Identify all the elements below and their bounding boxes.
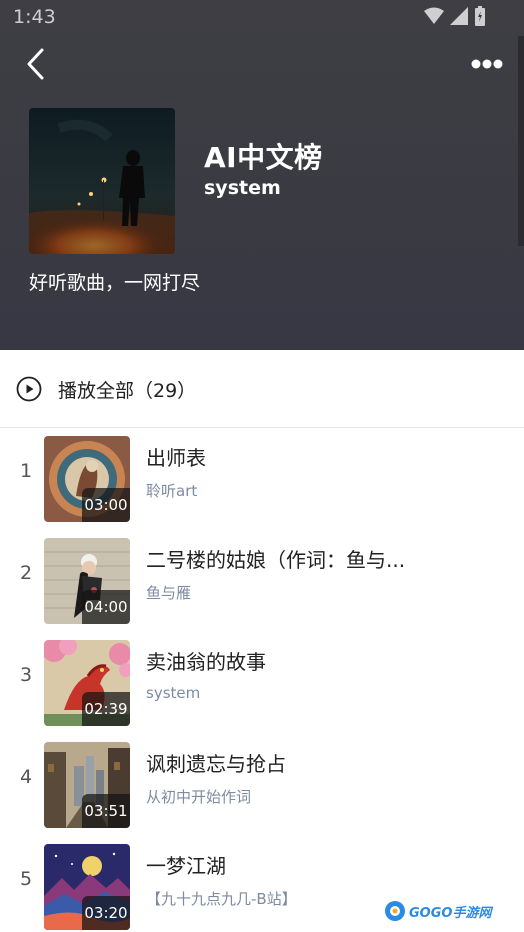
song-artist: 鱼与雁 bbox=[146, 584, 192, 602]
song-title: 讽刺遗忘与抢占 bbox=[146, 752, 286, 776]
play-all-button[interactable]: 播放全部（29） bbox=[0, 350, 524, 428]
play-all-label: 播放全部（29） bbox=[58, 380, 197, 402]
battery-icon bbox=[475, 6, 485, 26]
song-title: 一梦江湖 bbox=[146, 854, 226, 878]
playlist-page: 1:43 AI中文榜 system 好听歌曲，一网打尽 播放全部（29） 1 0… bbox=[0, 0, 524, 932]
playlist-cover bbox=[29, 108, 175, 254]
playlist-header: 1:43 AI中文榜 system 好听歌曲，一网打尽 bbox=[0, 0, 524, 350]
song-thumbnail: 03:20 bbox=[44, 844, 130, 930]
song-duration: 02:39 bbox=[82, 692, 130, 726]
song-duration: 03:00 bbox=[82, 488, 130, 522]
scrollbar[interactable] bbox=[518, 36, 524, 246]
song-index: 4 bbox=[19, 766, 33, 788]
watermark-logo: GOGO手游网 bbox=[384, 898, 494, 924]
more-dots-icon bbox=[471, 59, 503, 69]
song-row[interactable]: 4 03:51 讽刺遗忘与抢占 从初中开始作词 bbox=[0, 734, 524, 836]
back-button[interactable] bbox=[22, 46, 52, 82]
gogo-logo-icon bbox=[385, 901, 405, 921]
watermark-text: GOGO手游网 bbox=[409, 905, 492, 921]
status-icons bbox=[424, 6, 486, 26]
song-row[interactable]: 2 04:00 二号楼的姑娘（作词：鱼与... 鱼与雁 bbox=[0, 530, 524, 632]
song-index: 1 bbox=[19, 460, 33, 482]
song-duration: 03:51 bbox=[82, 794, 130, 828]
playlist-author[interactable]: system bbox=[204, 177, 281, 199]
song-index: 3 bbox=[19, 664, 33, 686]
song-index: 2 bbox=[19, 562, 33, 584]
status-time: 1:43 bbox=[13, 6, 56, 28]
song-artist: 聆听art bbox=[146, 482, 198, 500]
play-circle-icon bbox=[16, 376, 42, 402]
status-bar: 1:43 bbox=[0, 0, 524, 36]
song-artist: 从初中开始作词 bbox=[146, 788, 252, 806]
song-index: 5 bbox=[19, 868, 33, 890]
song-artist: system bbox=[146, 684, 201, 702]
chevron-left-icon bbox=[27, 48, 44, 80]
song-title: 卖油翁的故事 bbox=[146, 650, 266, 674]
song-artist: 【九十九点九几-B站】 bbox=[146, 890, 297, 908]
more-options-button[interactable] bbox=[470, 52, 506, 76]
song-title: 二号楼的姑娘（作词：鱼与... bbox=[146, 548, 406, 572]
song-thumbnail: 02:39 bbox=[44, 640, 130, 726]
wifi-icon bbox=[424, 7, 444, 24]
song-thumbnail: 04:00 bbox=[44, 538, 130, 624]
song-thumbnail: 03:00 bbox=[44, 436, 130, 522]
song-row[interactable]: 1 03:00 出师表 聆听art bbox=[0, 428, 524, 530]
song-row[interactable]: 3 02:39 卖油翁的故事 system bbox=[0, 632, 524, 734]
song-duration: 03:20 bbox=[82, 896, 130, 930]
playlist-title: AI中文榜 bbox=[204, 141, 323, 174]
song-thumbnail: 03:51 bbox=[44, 742, 130, 828]
song-duration: 04:00 bbox=[82, 590, 130, 624]
playlist-description: 好听歌曲，一网打尽 bbox=[29, 272, 201, 294]
song-title: 出师表 bbox=[146, 446, 206, 470]
signal-icon bbox=[450, 7, 468, 25]
